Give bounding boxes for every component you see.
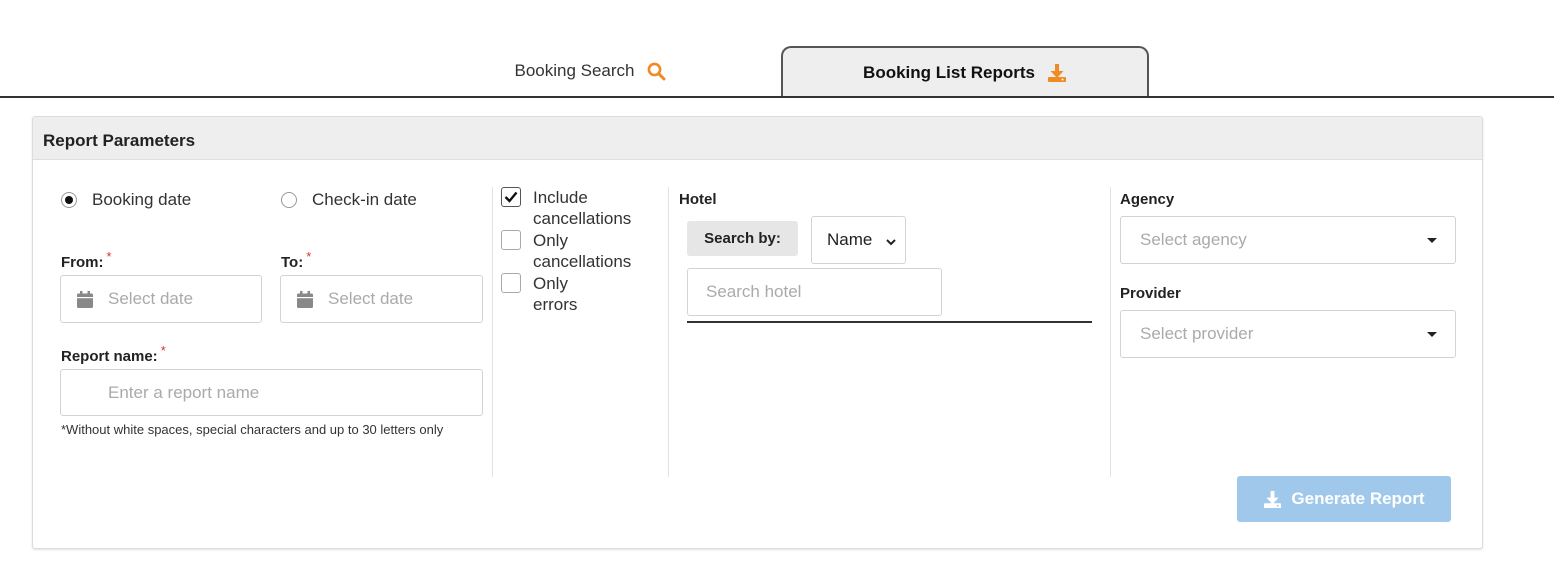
only-cancellations-checkbox[interactable]: Only cancellations — [501, 230, 631, 272]
required-mark: * — [160, 343, 166, 358]
to-label-text: To: — [281, 254, 304, 271]
checkbox-unchecked-icon — [501, 230, 521, 250]
to-date-field[interactable]: Select date — [280, 275, 483, 323]
only-cancellations-label: Only cancellations — [533, 230, 631, 272]
radio-checked-icon — [61, 192, 77, 208]
download-icon — [1263, 490, 1282, 509]
search-by-value: Name — [827, 230, 873, 249]
search-icon — [647, 62, 666, 81]
tab-underline — [0, 96, 1554, 98]
checkin-date-label: Check-in date — [312, 190, 417, 209]
include-cancellations-checkbox[interactable]: Include cancellations — [501, 187, 631, 229]
caret-down-icon — [1427, 332, 1437, 337]
tab-booking-list-reports-label: Booking List Reports — [863, 63, 1035, 82]
column-divider — [492, 187, 493, 477]
checkbox-unchecked-icon — [501, 273, 521, 293]
only-errors-line2: errors — [533, 295, 578, 314]
tab-booking-list-reports[interactable]: Booking List Reports — [781, 46, 1149, 98]
download-icon — [1047, 63, 1067, 83]
include-cancellations-line1: Include — [533, 188, 588, 207]
report-name-placeholder: Enter a report name — [108, 382, 260, 402]
required-mark: * — [106, 249, 112, 264]
only-cancellations-line1: Only — [533, 231, 568, 250]
only-cancellations-line2: cancellations — [533, 252, 632, 271]
booking-date-label: Booking date — [92, 190, 192, 209]
tab-booking-search[interactable]: Booking Search — [470, 46, 710, 96]
report-name-input[interactable]: Enter a report name — [60, 369, 483, 416]
required-mark: * — [306, 249, 312, 264]
from-label: From: * — [61, 249, 112, 271]
tab-bar: Booking Search Booking List Reports — [0, 0, 1554, 98]
booking-date-radio[interactable]: Booking date — [61, 190, 191, 210]
only-errors-line1: Only — [533, 274, 568, 293]
provider-select[interactable]: Select provider — [1120, 310, 1456, 358]
hotel-label: Hotel — [679, 191, 717, 208]
hotel-results-divider — [687, 321, 1092, 323]
agency-placeholder: Select agency — [1140, 230, 1247, 249]
from-label-text: From: — [61, 254, 104, 271]
search-by-select[interactable]: Name — [811, 216, 906, 264]
agency-select[interactable]: Select agency — [1120, 216, 1456, 264]
search-hotel-placeholder: Search hotel — [706, 282, 802, 301]
report-name-hint: *Without white spaces, special character… — [61, 422, 444, 437]
caret-down-icon — [1427, 238, 1437, 243]
to-date-placeholder: Select date — [328, 289, 414, 308]
provider-placeholder: Select provider — [1140, 324, 1254, 343]
checkbox-checked-icon — [501, 187, 521, 207]
generate-report-button[interactable]: Generate Report — [1237, 476, 1451, 522]
report-name-label-text: Report name: — [61, 348, 158, 365]
provider-label: Provider — [1120, 285, 1181, 302]
include-cancellations-line2: cancellations — [533, 209, 632, 228]
column-divider — [1110, 187, 1111, 477]
calendar-icon — [297, 290, 313, 308]
only-errors-checkbox[interactable]: Only errors — [501, 273, 577, 315]
search-hotel-input[interactable]: Search hotel — [687, 268, 942, 316]
to-label: To: * — [281, 249, 311, 271]
panel-title: Report Parameters — [33, 117, 1482, 160]
column-divider — [668, 187, 669, 477]
only-errors-label: Only errors — [533, 273, 577, 315]
agency-label: Agency — [1120, 191, 1175, 208]
tab-booking-search-label: Booking Search — [514, 61, 635, 80]
from-date-placeholder: Select date — [108, 289, 194, 308]
report-name-label: Report name: * — [61, 343, 166, 365]
search-by-label: Search by: — [687, 221, 798, 256]
checkin-date-radio[interactable]: Check-in date — [281, 190, 417, 210]
from-date-field[interactable]: Select date — [60, 275, 262, 323]
calendar-icon — [77, 290, 93, 308]
chevron-down-icon — [885, 233, 897, 253]
generate-report-label: Generate Report — [1291, 489, 1425, 508]
radio-unchecked-icon — [281, 192, 297, 208]
include-cancellations-label: Include cancellations — [533, 187, 631, 229]
